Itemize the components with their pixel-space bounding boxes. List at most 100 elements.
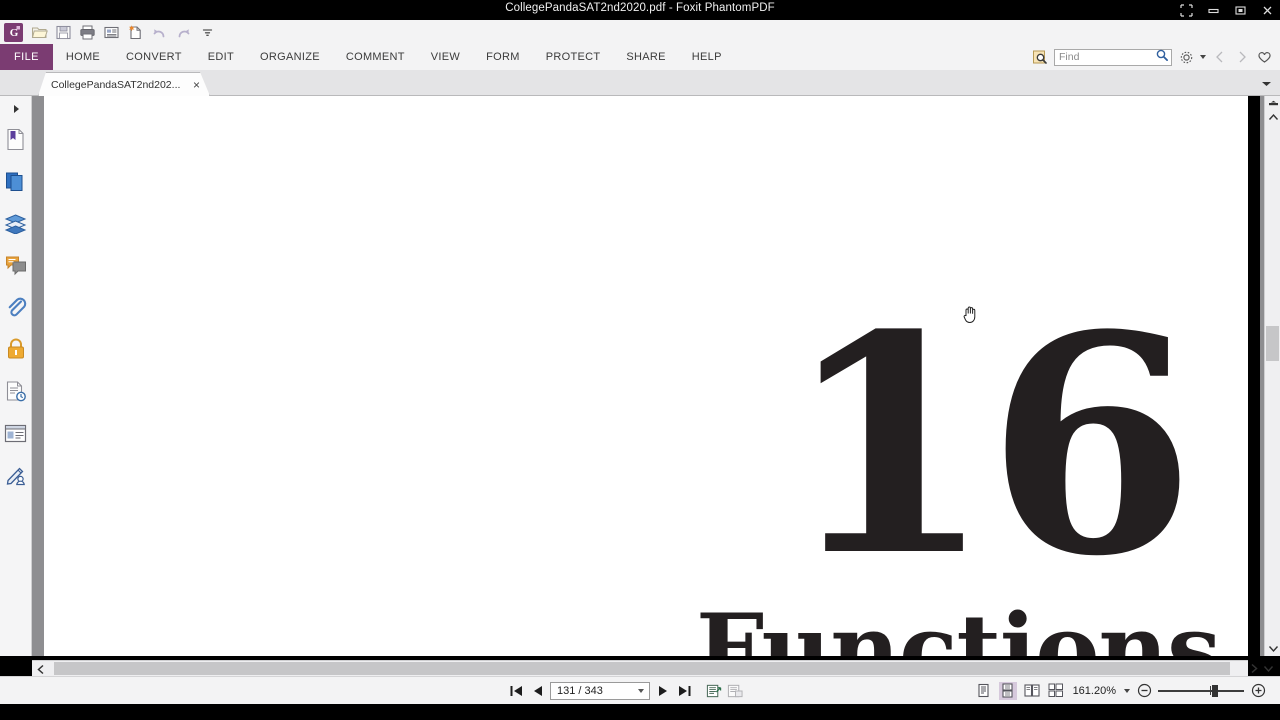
tab-file[interactable]: FILE (0, 44, 53, 70)
vertical-scroll-thumb[interactable] (1266, 326, 1279, 361)
advanced-search-icon[interactable] (1032, 49, 1048, 65)
page-number-input[interactable]: 131 / 343 (550, 681, 650, 700)
pdf-page-content: 16 Functions (44, 96, 1248, 657)
page-navigation-group: 131 / 343 (508, 681, 743, 700)
favorites-heart-icon[interactable] (1256, 49, 1272, 65)
single-page-view-icon[interactable] (975, 682, 993, 700)
pdf-page[interactable]: 16 Functions (44, 96, 1248, 656)
tab-form[interactable]: FORM (473, 44, 533, 70)
new-from-scanner-icon[interactable] (124, 21, 146, 43)
maximize-icon[interactable] (1234, 4, 1247, 17)
zoom-slider-knob[interactable] (1212, 684, 1218, 697)
vertical-scrollbar[interactable] (1260, 96, 1280, 656)
document-tab-strip: CollegePandaSAT2nd202... × (0, 70, 1280, 96)
close-icon[interactable] (1261, 4, 1274, 17)
foxit-phantompdf-window: CollegePandaSAT2nd2020.pdf - Foxit Phant… (0, 0, 1280, 720)
zoom-slider-track (1158, 689, 1244, 692)
redo-icon[interactable] (172, 21, 194, 43)
bookmarks-icon[interactable] (2, 118, 30, 160)
comments-icon[interactable] (2, 244, 30, 286)
horizontal-scrollbar[interactable] (32, 660, 1248, 676)
settings-dropdown-caret-icon[interactable] (1200, 55, 1206, 59)
quick-access-toolbar: G (0, 20, 1280, 44)
tab-help[interactable]: HELP (679, 44, 735, 70)
restore-down-icon[interactable] (1180, 3, 1193, 17)
continuous-scroll-view-icon[interactable] (998, 681, 1017, 700)
scroll-down-chevron-icon[interactable] (1262, 662, 1274, 674)
zoom-dropdown-caret-icon[interactable] (1124, 688, 1130, 693)
tab-organize[interactable]: ORGANIZE (247, 44, 333, 70)
scroll-track-shadow (1260, 96, 1264, 656)
navigate-forward-icon[interactable] (1234, 49, 1250, 65)
document-tab-close-icon[interactable]: × (190, 78, 203, 92)
previous-page-button[interactable] (529, 683, 545, 699)
ribbon-tab-bar: FILE HOME CONVERT EDIT ORGANIZE COMMENT … (0, 44, 1280, 70)
document-viewport[interactable]: 16 Functions (32, 96, 1248, 656)
zoom-out-button[interactable] (1136, 683, 1152, 699)
page-dropdown-caret-icon[interactable] (638, 688, 644, 693)
chapter-title: Functions (696, 593, 1221, 657)
navigation-panel-rail (0, 96, 32, 656)
scroll-up-collapse-icon[interactable] (1267, 98, 1279, 110)
continuous-facing-view-icon[interactable] (1047, 682, 1065, 700)
facing-page-view-icon[interactable] (1023, 682, 1041, 700)
attachments-icon[interactable] (2, 286, 30, 328)
chapter-number: 16 (784, 269, 1195, 622)
tab-convert[interactable]: CONVERT (113, 44, 195, 70)
scroll-corner-controls (1248, 660, 1278, 676)
tab-home[interactable]: HOME (53, 44, 113, 70)
window-bottom-edge (0, 704, 1280, 720)
settings-gear-icon[interactable] (1178, 49, 1194, 65)
page-number-value: 131 / 343 (557, 684, 603, 697)
page-transition-icon[interactable] (706, 683, 722, 699)
tab-edit[interactable]: EDIT (195, 44, 247, 70)
page-display-icon[interactable] (727, 683, 743, 699)
horizontal-scroll-thumb[interactable] (54, 662, 1230, 675)
last-page-button[interactable] (676, 683, 692, 699)
navigate-back-icon[interactable] (1212, 49, 1228, 65)
zoom-level-value: 161.20% (1072, 684, 1116, 697)
security-lock-icon[interactable] (2, 328, 30, 370)
next-page-button[interactable] (655, 683, 671, 699)
document-tab-label: CollegePandaSAT2nd202... (51, 78, 181, 91)
window-title: CollegePandaSAT2nd2020.pdf - Foxit Phant… (505, 2, 775, 14)
email-icon[interactable] (100, 21, 122, 43)
stamps-icon[interactable] (2, 370, 30, 412)
document-tab[interactable]: CollegePandaSAT2nd202... × (38, 72, 210, 96)
tab-view[interactable]: VIEW (418, 44, 473, 70)
customize-toolbar-icon[interactable] (196, 21, 218, 43)
find-search-box[interactable] (1054, 48, 1172, 67)
tab-protect[interactable]: PROTECT (533, 44, 614, 70)
status-bar: 131 / 343 161.20% (0, 676, 1280, 704)
open-file-icon[interactable] (28, 21, 50, 43)
scroll-right-arrow-icon[interactable] (1248, 662, 1260, 674)
scroll-left-arrow-icon[interactable] (35, 663, 47, 675)
scroll-down-arrow-icon[interactable] (1267, 642, 1279, 654)
scroll-up-arrow-icon[interactable] (1267, 111, 1279, 123)
page-gutter (32, 96, 44, 656)
tab-comment[interactable]: COMMENT (333, 44, 418, 70)
first-page-button[interactable] (508, 683, 524, 699)
window-controls (1180, 0, 1274, 20)
foxit-logo-icon[interactable]: G (4, 22, 23, 42)
fields-icon[interactable] (2, 412, 30, 454)
ribbon-tabs: HOME CONVERT EDIT ORGANIZE COMMENT VIEW … (53, 44, 735, 70)
view-and-zoom-controls: 161.20% (975, 681, 1266, 700)
pages-icon[interactable] (2, 160, 30, 202)
panel-expand-icon[interactable] (2, 100, 30, 118)
search-input[interactable] (1059, 51, 1155, 63)
ribbon-right-tools (1032, 44, 1280, 70)
save-icon[interactable] (52, 21, 74, 43)
digital-signature-icon[interactable] (2, 454, 30, 496)
zoom-in-button[interactable] (1250, 683, 1266, 699)
undo-icon[interactable] (148, 21, 170, 43)
ribbon-collapse-chevron-icon[interactable] (1260, 78, 1272, 90)
zoom-slider-tick (1210, 685, 1211, 695)
title-bar: CollegePandaSAT2nd2020.pdf - Foxit Phant… (0, 0, 1280, 20)
tab-share[interactable]: SHARE (613, 44, 678, 70)
minimize-icon[interactable] (1207, 4, 1220, 17)
zoom-slider[interactable] (1158, 684, 1244, 698)
layers-icon[interactable] (2, 202, 30, 244)
print-icon[interactable] (76, 21, 98, 43)
search-magnifier-icon[interactable] (1155, 48, 1169, 67)
